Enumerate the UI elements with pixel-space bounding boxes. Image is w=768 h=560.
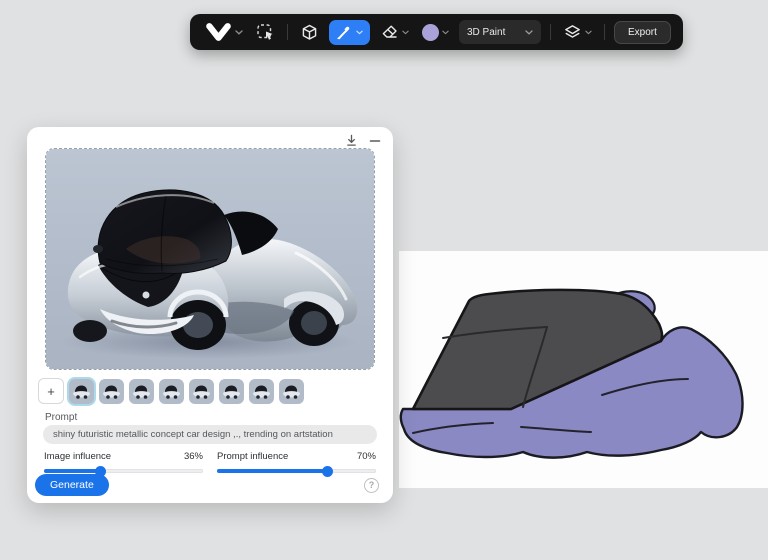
variant-thumbnails: +	[38, 377, 304, 405]
chevron-down-icon	[442, 30, 449, 34]
prompt-label: Prompt	[45, 412, 78, 423]
minimize-button[interactable]	[367, 133, 383, 149]
app-root: 3D Paint Export + Prompt shiny futuristi…	[0, 0, 768, 560]
prompt-input[interactable]	[43, 425, 377, 444]
toolbar-divider	[604, 24, 605, 40]
3d-object-tool-button[interactable]	[297, 20, 322, 45]
cube-icon	[302, 24, 317, 40]
add-variant-button[interactable]: +	[38, 378, 64, 404]
influence-sliders: Image influence 36% Prompt influence 70%	[44, 451, 376, 477]
brush-tool-button[interactable]	[329, 19, 370, 45]
variant-thumbnail-2[interactable]	[99, 378, 124, 404]
variant-thumbnail-5[interactable]	[189, 378, 214, 404]
mode-select[interactable]: 3D Paint	[459, 20, 541, 44]
chevron-down-icon	[356, 30, 363, 34]
variant-thumbnail-image	[129, 378, 154, 404]
export-button[interactable]: Export	[614, 20, 671, 44]
generate-button[interactable]: Generate	[35, 474, 109, 496]
panel-footer: Generate ?	[35, 473, 379, 497]
variant-thumbnail-image	[219, 378, 244, 404]
color-swatch-button[interactable]	[419, 21, 452, 44]
chevron-down-icon	[402, 30, 409, 34]
download-button[interactable]	[343, 132, 360, 149]
download-icon	[347, 134, 356, 146]
image-influence-slider: Image influence 36%	[44, 451, 203, 477]
variant-thumbnail-3[interactable]	[129, 378, 154, 404]
variant-thumbnail-8[interactable]	[279, 378, 304, 404]
help-icon[interactable]: ?	[364, 477, 379, 493]
drawing-canvas[interactable]	[399, 251, 768, 488]
prompt-influence-label: Prompt influence	[217, 451, 289, 462]
toolbar-divider	[287, 24, 288, 40]
generation-panel: + Prompt shiny futuristic metallic conce…	[27, 127, 393, 503]
prompt-influence-value: 70%	[356, 451, 376, 462]
select-tool-icon	[257, 23, 273, 40]
variant-thumbnail-image	[159, 378, 184, 404]
toolbar-divider	[550, 24, 551, 40]
layers-button[interactable]	[560, 20, 595, 45]
prompt-influence-slider: Prompt influence 70%	[217, 451, 376, 477]
car-sketch	[399, 288, 744, 459]
variant-thumbnail-4[interactable]	[159, 378, 184, 404]
panel-header	[343, 132, 383, 149]
eraser-icon	[382, 25, 397, 38]
chevron-down-icon	[235, 29, 243, 35]
chevron-down-icon	[525, 29, 533, 35]
variant-thumbnail-image	[279, 378, 304, 404]
color-swatch-icon	[422, 23, 439, 41]
eraser-tool-button[interactable]	[377, 20, 412, 45]
layers-icon	[565, 24, 580, 38]
variant-thumbnail-image	[249, 378, 274, 404]
variant-thumbnail-image	[189, 378, 214, 404]
brush-icon	[337, 26, 350, 39]
logo-menu-button[interactable]	[202, 19, 246, 45]
variant-thumbnail-6[interactable]	[219, 378, 244, 404]
concept-car-render	[46, 149, 374, 369]
mode-select-value: 3D Paint	[467, 26, 506, 38]
variant-thumbnail-1[interactable]	[69, 378, 94, 404]
select-tool-button[interactable]	[253, 20, 278, 45]
variant-thumbnail-image	[69, 378, 94, 404]
image-influence-label: Image influence	[44, 451, 112, 462]
image-influence-value: 36%	[183, 451, 203, 462]
top-toolbar: 3D Paint Export	[190, 14, 683, 50]
vizcom-logo-icon	[206, 23, 231, 41]
generated-image[interactable]	[45, 148, 375, 370]
variant-thumbnail-7[interactable]	[249, 378, 274, 404]
minimize-icon	[369, 139, 381, 142]
chevron-down-icon	[585, 30, 592, 34]
variant-thumbnail-image	[99, 378, 124, 404]
